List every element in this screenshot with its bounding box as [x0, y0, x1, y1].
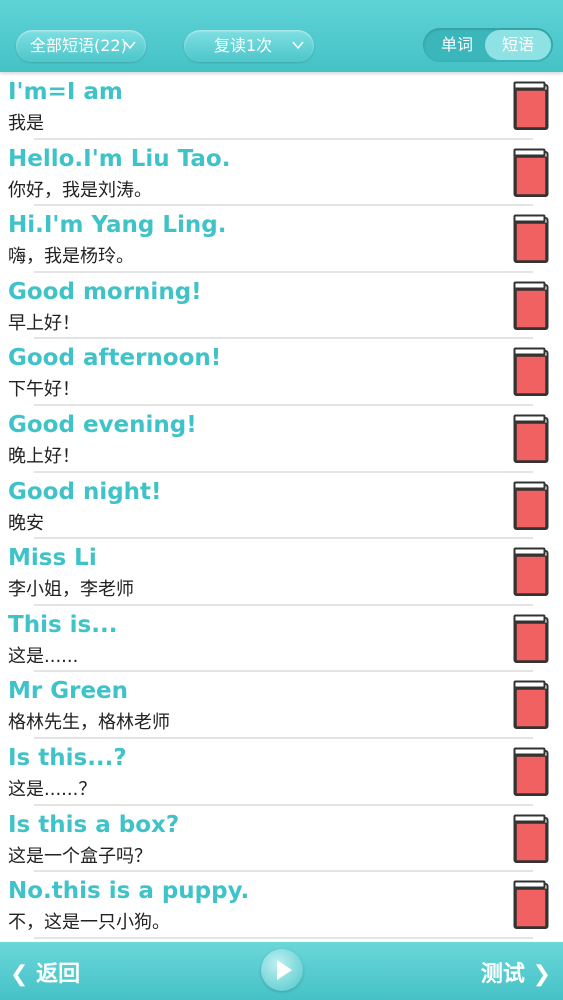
- back-button[interactable]: ❮ 返回: [10, 956, 80, 988]
- list-item[interactable]: Good morning! 早上好！: [0, 273, 563, 340]
- phrase-english: I'm=I am: [8, 79, 123, 105]
- book-icon[interactable]: [513, 614, 549, 664]
- book-icon[interactable]: [513, 747, 549, 797]
- test-label: 测试: [480, 962, 525, 987]
- repeat-count-dropdown[interactable]: 复读1次: [184, 30, 314, 62]
- tab-word[interactable]: 单词: [427, 28, 487, 62]
- book-icon[interactable]: [513, 281, 549, 331]
- repeat-count-label: 复读1次: [214, 36, 273, 55]
- phrase-english: No.this is a puppy.: [8, 878, 250, 905]
- phrase-english: Good morning!: [8, 278, 202, 305]
- book-icon[interactable]: [513, 148, 549, 198]
- chevron-left-icon: ❮: [10, 962, 29, 987]
- phrase-chinese: 晚安: [8, 512, 44, 534]
- play-icon: [277, 960, 292, 980]
- book-icon[interactable]: [513, 680, 549, 730]
- book-icon[interactable]: [513, 214, 549, 264]
- phrase-chinese: 你好，我是刘涛。: [8, 179, 152, 201]
- phrase-filter-dropdown[interactable]: 全部短语(22): [16, 30, 146, 62]
- list-item[interactable]: Hi.I'm Yang Ling. 嗨，我是杨玲。: [0, 206, 563, 273]
- book-icon[interactable]: [513, 880, 549, 930]
- list-item[interactable]: Hello.I'm Liu Tao. 你好，我是刘涛。: [0, 140, 563, 207]
- list-item[interactable]: Is this...? 这是......？: [0, 739, 563, 806]
- book-icon[interactable]: [513, 347, 549, 397]
- phrase-english: Is this a box?: [8, 811, 180, 838]
- book-icon[interactable]: [513, 481, 549, 531]
- bottom-bar: ❮ 返回 测试 ❯: [0, 942, 563, 1000]
- chevron-down-icon: [124, 41, 136, 50]
- list-item[interactable]: No.this is a puppy. 不，这是一只小狗。: [0, 872, 563, 939]
- book-icon[interactable]: [513, 814, 549, 864]
- top-bar: 全部短语(22) 复读1次 单词 短语: [0, 0, 563, 72]
- play-button[interactable]: [261, 949, 303, 991]
- tab-phrase[interactable]: 短语: [485, 30, 551, 60]
- phrase-filter-label: 全部短语(22): [30, 36, 127, 55]
- phrase-chinese: 这是一个盒子吗？: [8, 845, 152, 867]
- phrase-chinese: 格林先生，格林老师: [8, 712, 170, 734]
- test-button[interactable]: 测试 ❯: [481, 956, 551, 988]
- phrase-chinese: 晚上好！: [8, 445, 80, 467]
- phrase-english: Hi.I'm Yang Ling.: [8, 212, 227, 239]
- phrase-english: Good evening!: [8, 411, 197, 438]
- phrase-chinese: 早上好！: [8, 312, 80, 334]
- book-icon[interactable]: [513, 414, 549, 464]
- phrase-chinese: 下午好！: [8, 379, 80, 401]
- phrase-english: Good night!: [8, 478, 162, 505]
- list-item[interactable]: Miss Li 李小姐，李老师: [0, 539, 563, 606]
- back-label: 返回: [36, 962, 81, 987]
- phrase-chinese: 这是......: [8, 645, 79, 667]
- word-phrase-toggle: 单词 短语: [423, 28, 553, 62]
- phrase-chinese: 李小姐，李老师: [8, 579, 134, 601]
- list-item[interactable]: I'm=I am 我是: [0, 73, 563, 140]
- phrase-chinese: 嗨，我是杨玲。: [8, 246, 134, 268]
- chevron-right-icon: ❯: [532, 962, 551, 987]
- phrase-english: Hello.I'm Liu Tao.: [8, 145, 231, 172]
- list-item[interactable]: Good night! 晚安: [0, 473, 563, 540]
- book-icon[interactable]: [513, 547, 549, 597]
- phrase-chinese: 这是......？: [8, 778, 97, 800]
- phrase-english: Mr Green: [8, 678, 129, 705]
- phrase-english: Good afternoon!: [8, 345, 222, 372]
- phrase-english: Miss Li: [8, 545, 97, 572]
- list-item[interactable]: Is this a box? 这是一个盒子吗？: [0, 806, 563, 873]
- phrase-english: This is...: [8, 611, 118, 638]
- list-item[interactable]: Good afternoon! 下午好！: [0, 339, 563, 406]
- row-divider: [34, 936, 533, 939]
- list-item[interactable]: Mr Green 格林先生，格林老师: [0, 672, 563, 739]
- chevron-down-icon: [292, 41, 304, 50]
- phrase-list: I'm=I am 我是 Hello.I'm Liu Tao. 你好，我是刘涛。 Hi.I…: [0, 73, 563, 939]
- phrase-chinese: 我是: [8, 113, 44, 134]
- phrase-chinese: 不，这是一只小狗。: [8, 912, 170, 934]
- phrase-english: Is this...?: [8, 744, 127, 771]
- book-icon[interactable]: [513, 81, 549, 131]
- list-item[interactable]: Good evening! 晚上好！: [0, 406, 563, 473]
- list-item[interactable]: This is... 这是......: [0, 606, 563, 673]
